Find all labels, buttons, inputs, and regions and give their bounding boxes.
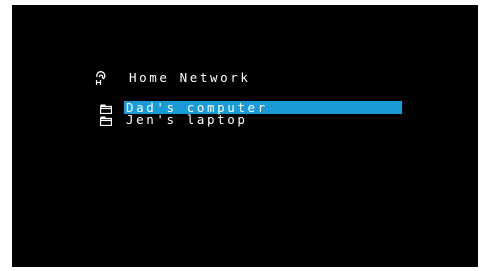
list-item-jens-laptop[interactable]: Jen's laptop — [100, 112, 402, 127]
network-icon — [95, 71, 106, 85]
network-browser-screen: Home Network Dad's computer Jen's laptop — [12, 5, 478, 267]
folder-icon — [100, 116, 112, 126]
device-list: Dad's computer Jen's laptop — [100, 101, 402, 127]
network-title: Home Network — [129, 70, 251, 85]
folder-icon — [100, 104, 112, 114]
list-item-label: Jen's laptop — [126, 112, 248, 127]
network-header: Home Network — [94, 69, 251, 87]
